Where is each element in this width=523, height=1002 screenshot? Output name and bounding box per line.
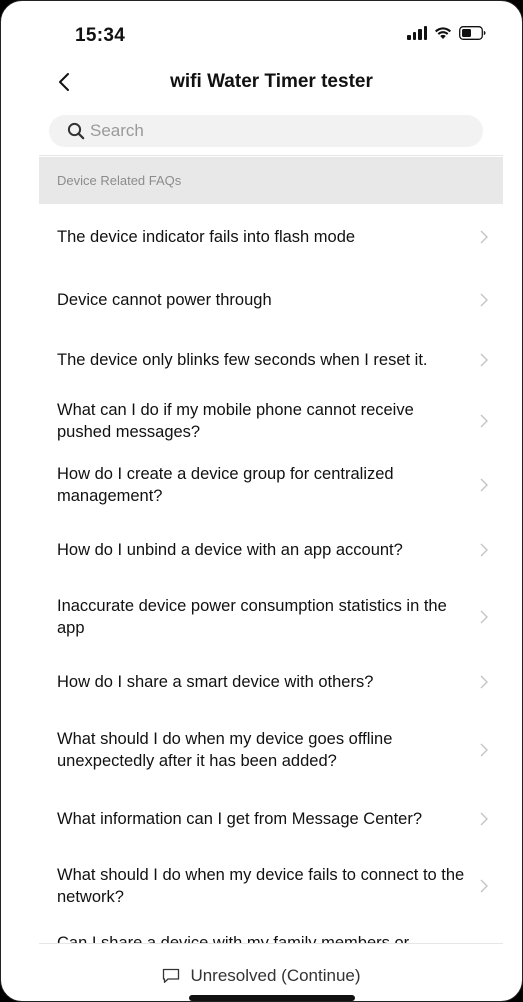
- search-bar[interactable]: [49, 115, 483, 147]
- chevron-right-icon: [480, 812, 488, 826]
- faq-item[interactable]: How do I share a smart device with other…: [39, 652, 503, 712]
- faq-item[interactable]: The device only blinks few seconds when …: [39, 330, 503, 390]
- search-input[interactable]: [90, 121, 450, 141]
- faq-text: The device indicator fails into flash mo…: [57, 228, 356, 246]
- faq-item[interactable]: Inaccurate device power consumption stat…: [39, 582, 503, 652]
- faq-item[interactable]: Can I share a device with my family memb…: [39, 922, 503, 944]
- faq-item[interactable]: What can I do if my mobile phone cannot …: [39, 390, 503, 452]
- chevron-right-icon: [480, 478, 488, 492]
- chevron-right-icon: [480, 610, 488, 624]
- status-time: 15:34: [75, 25, 126, 46]
- chevron-right-icon: [480, 414, 488, 428]
- chevron-right-icon: [480, 743, 488, 757]
- faq-text: What should I do when my device fails to…: [57, 866, 465, 906]
- faq-text: Inaccurate device power consumption stat…: [57, 597, 447, 637]
- chevron-right-icon: [480, 675, 488, 689]
- faq-text: The device only blinks few seconds when …: [57, 351, 428, 369]
- faq-item[interactable]: How do I create a device group for centr…: [39, 452, 503, 518]
- chevron-right-icon: [480, 353, 488, 367]
- status-icons: [407, 26, 486, 40]
- section-header: Device Related FAQs: [39, 157, 503, 204]
- home-indicator[interactable]: [189, 995, 355, 1001]
- faq-text: What can I do if my mobile phone cannot …: [57, 401, 414, 441]
- faq-item[interactable]: What should I do when my device goes off…: [39, 712, 503, 788]
- faq-item[interactable]: What should I do when my device fails to…: [39, 850, 503, 922]
- status-bar: 15:34: [1, 1, 522, 65]
- divider: [39, 155, 503, 156]
- faq-item[interactable]: How do I unbind a device with an app acc…: [39, 518, 503, 582]
- faq-text: What information can I get from Message …: [57, 810, 422, 828]
- chevron-right-icon: [480, 293, 488, 307]
- faq-text: How do I unbind a device with an app acc…: [57, 541, 403, 559]
- chevron-right-icon: [480, 543, 488, 557]
- search-icon: [67, 122, 85, 140]
- faq-text: How do I share a smart device with other…: [57, 673, 374, 691]
- faq-text: Device cannot power through: [57, 291, 272, 309]
- signal-icon: [407, 26, 427, 40]
- battery-icon: [459, 26, 486, 40]
- app-screen: 15:34 wifi Water Timer tester Search Dev…: [0, 0, 523, 1002]
- faq-list: The device indicator fails into flash mo…: [39, 204, 503, 944]
- nav-header: wifi Water Timer tester: [1, 61, 522, 105]
- chevron-right-icon: [480, 879, 488, 893]
- faq-text: How do I create a device group for centr…: [57, 465, 394, 505]
- wifi-icon: [434, 26, 452, 40]
- divider: [39, 943, 503, 944]
- faq-item[interactable]: What information can I get from Message …: [39, 788, 503, 850]
- faq-item[interactable]: Device cannot power through: [39, 270, 503, 330]
- page-title: wifi Water Timer tester: [170, 71, 373, 92]
- faq-item[interactable]: The device indicator fails into flash mo…: [39, 204, 503, 270]
- unresolved-continue-button[interactable]: Unresolved (Continue): [1, 961, 522, 991]
- faq-text: What should I do when my device goes off…: [57, 730, 393, 770]
- chat-bubble-icon: [163, 968, 180, 983]
- chevron-right-icon: [480, 230, 488, 244]
- footer-label: Unresolved (Continue): [190, 966, 361, 985]
